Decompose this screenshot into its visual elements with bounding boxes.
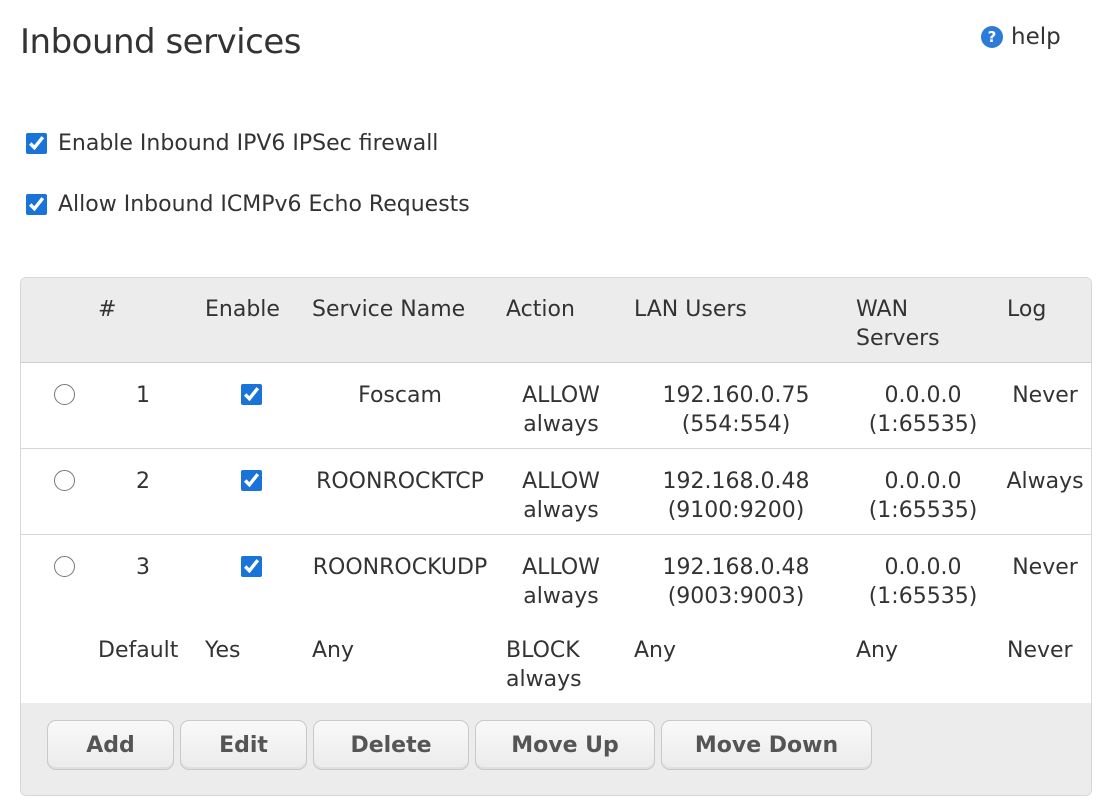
row-enable-checkbox[interactable]: [241, 470, 262, 491]
row-log: Never: [1012, 383, 1078, 408]
row-action: ALLOW always: [522, 469, 600, 523]
row-service-name: Foscam: [358, 383, 442, 408]
move-up-button[interactable]: Move Up: [475, 720, 655, 770]
ipsec-firewall-label: Enable Inbound IPV6 IPSec firewall: [58, 131, 439, 156]
help-icon: ?: [981, 26, 1003, 48]
default-number: Default: [98, 638, 179, 663]
header-wan-servers: WAN Servers: [856, 297, 940, 351]
ipsec-firewall-checkbox[interactable]: [26, 133, 47, 154]
help-link[interactable]: ? help: [981, 24, 1061, 50]
row-select-radio[interactable]: [54, 384, 75, 405]
help-label: help: [1011, 24, 1061, 50]
row-action: ALLOW always: [522, 555, 600, 609]
move-down-button[interactable]: Move Down: [661, 720, 872, 770]
table-header: # Enable Service Name Action LAN Users W…: [21, 278, 1091, 363]
row-number: 3: [136, 555, 150, 580]
row-service-name: ROONROCKTCP: [316, 469, 484, 494]
default-action: BLOCK always: [506, 638, 582, 692]
icmpv6-echo-checkbox[interactable]: [26, 194, 47, 215]
row-select-radio[interactable]: [54, 470, 75, 491]
row-number: 1: [136, 383, 150, 408]
header-number: #: [98, 297, 117, 322]
header-lan-users: LAN Users: [634, 297, 747, 322]
row-number: 2: [136, 469, 150, 494]
row-enable-checkbox[interactable]: [241, 556, 262, 577]
table-row[interactable]: 1 Foscam ALLOW always 192.160.0.75 (554:…: [21, 363, 1091, 449]
icmpv6-echo-label: Allow Inbound ICMPv6 Echo Requests: [58, 192, 470, 217]
table-row[interactable]: 2 ROONROCKTCP ALLOW always 192.168.0.48 …: [21, 449, 1091, 535]
row-wan-servers: 0.0.0.0 (1:65535): [868, 383, 978, 437]
row-select-radio[interactable]: [54, 556, 75, 577]
row-wan-servers: 0.0.0.0 (1:65535): [868, 469, 978, 523]
default-enable: Yes: [205, 638, 241, 663]
table-row[interactable]: 3 ROONROCKUDP ALLOW always 192.168.0.48 …: [21, 535, 1091, 621]
action-bar: Add Edit Delete Move Up Move Down: [21, 703, 1091, 795]
row-enable-checkbox[interactable]: [241, 384, 262, 405]
row-log: Always: [1006, 469, 1084, 494]
option-enable-ipsec-firewall[interactable]: Enable Inbound IPV6 IPSec firewall: [26, 131, 438, 156]
header-action: Action: [506, 297, 575, 322]
option-allow-icmpv6-echo[interactable]: Allow Inbound ICMPv6 Echo Requests: [26, 192, 470, 217]
row-lan-users: 192.160.0.75 (554:554): [662, 383, 810, 437]
row-log: Never: [1012, 555, 1078, 580]
default-log: Never: [1007, 638, 1073, 663]
header-service-name: Service Name: [312, 297, 466, 322]
row-lan-users: 192.168.0.48 (9100:9200): [662, 469, 810, 523]
header-log: Log: [1007, 297, 1047, 322]
default-rule-row: Default Yes Any BLOCK always Any Any Nev…: [21, 619, 1091, 702]
row-service-name: ROONROCKUDP: [312, 555, 488, 580]
default-lan-users: Any: [634, 638, 677, 663]
services-table: # Enable Service Name Action LAN Users W…: [20, 277, 1092, 796]
header-enable: Enable: [205, 297, 280, 322]
default-wan-servers: Any: [856, 638, 899, 663]
row-lan-users: 192.168.0.48 (9003:9003): [662, 555, 810, 609]
add-button[interactable]: Add: [47, 720, 174, 770]
page-title: Inbound services: [20, 22, 301, 62]
edit-button[interactable]: Edit: [180, 720, 307, 770]
delete-button[interactable]: Delete: [313, 720, 469, 770]
row-action: ALLOW always: [522, 383, 600, 437]
row-wan-servers: 0.0.0.0 (1:65535): [868, 555, 978, 609]
default-service-name: Any: [312, 638, 355, 663]
